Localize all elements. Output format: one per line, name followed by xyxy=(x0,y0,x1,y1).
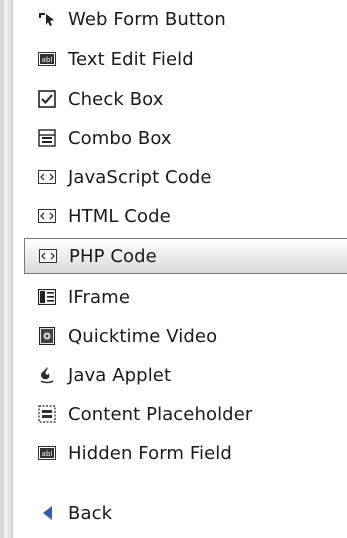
insert-menu: Web Form Button abl Text Edit Field Chec… xyxy=(24,0,347,538)
code-icon xyxy=(38,168,56,186)
menu-item-label: Java Applet xyxy=(68,364,172,386)
code-icon xyxy=(39,247,57,265)
combobox-icon xyxy=(38,129,56,147)
menu-item-label: PHP Code xyxy=(69,245,157,267)
placeholder-icon xyxy=(38,405,56,423)
iframe-icon xyxy=(38,288,56,306)
menu-item-label: Hidden Form Field xyxy=(68,442,232,464)
menu-item-html-code[interactable]: HTML Code xyxy=(28,199,347,233)
menu-item-combo-box[interactable]: Combo Box xyxy=(28,121,347,155)
code-icon xyxy=(38,207,56,225)
menu-item-label: Check Box xyxy=(68,88,164,110)
back-arrow-icon xyxy=(38,504,56,522)
menu-item-label: Text Edit Field xyxy=(68,48,194,70)
cursor-button-icon xyxy=(38,10,56,28)
back-button[interactable]: Back xyxy=(28,496,347,530)
svg-text:abl: abl xyxy=(42,56,53,64)
menu-item-hidden-form-field[interactable]: abl Hidden Form Field xyxy=(28,436,347,470)
menu-item-javascript-code[interactable]: JavaScript Code xyxy=(28,160,347,194)
menu-item-label: JavaScript Code xyxy=(68,166,212,188)
menu-item-label: HTML Code xyxy=(68,205,171,227)
menu-item-quicktime-video[interactable]: Quicktime Video xyxy=(28,319,347,353)
left-edge-strip xyxy=(0,0,13,538)
java-icon xyxy=(38,366,56,384)
checkbox-icon xyxy=(38,90,56,108)
menu-item-php-code[interactable]: PHP Code xyxy=(24,238,347,274)
text-field-icon: abl xyxy=(38,50,56,68)
menu-item-label: Content Placeholder xyxy=(68,403,253,425)
menu-item-label: Quicktime Video xyxy=(68,325,218,347)
menu-item-label: IFrame xyxy=(68,286,130,308)
menu-item-java-applet[interactable]: Java Applet xyxy=(28,358,347,392)
video-icon xyxy=(38,327,56,345)
menu-item-text-edit-field[interactable]: abl Text Edit Field xyxy=(28,42,347,76)
menu-item-label: Combo Box xyxy=(68,127,172,149)
menu-item-label: Web Form Button xyxy=(68,8,226,30)
menu-item-content-placeholder[interactable]: Content Placeholder xyxy=(28,397,347,431)
hidden-field-icon: abl xyxy=(38,444,56,462)
menu-item-iframe[interactable]: IFrame xyxy=(28,280,347,314)
back-button-label: Back xyxy=(68,502,113,524)
svg-text:abl: abl xyxy=(42,450,53,458)
menu-item-check-box[interactable]: Check Box xyxy=(28,82,347,116)
menu-item-web-form-button[interactable]: Web Form Button xyxy=(28,2,347,36)
